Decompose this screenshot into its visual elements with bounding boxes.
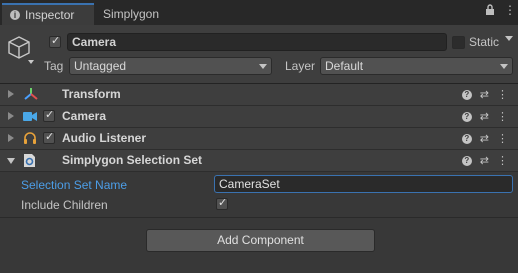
add-component-button[interactable]: Add Component — [146, 229, 375, 252]
selection-set-name-label: Selection Set Name — [21, 178, 128, 192]
component-audio-listener[interactable]: Audio Listener ? ⇄ ⋮ — [0, 128, 518, 150]
help-icon[interactable]: ? — [461, 133, 472, 144]
gameobject-header: Camera Static Tag Untagged Layer Default — [0, 25, 518, 84]
help-icon[interactable]: ? — [461, 111, 472, 122]
kebab-menu-icon[interactable]: ⋮ — [497, 154, 508, 167]
tab-simplygon[interactable]: Simplygon — [103, 4, 159, 25]
component-enabled-checkbox[interactable] — [43, 130, 55, 144]
preset-icon[interactable]: ⇄ — [480, 154, 489, 167]
selection-set-body: Selection Set Name CameraSet Include Chi… — [0, 172, 518, 216]
preset-icon[interactable]: ⇄ — [480, 110, 489, 123]
component-transform[interactable]: Transform ? ⇄ ⋮ — [0, 84, 518, 106]
foldout-arrow-icon[interactable] — [8, 134, 14, 142]
static-dropdown-icon[interactable] — [505, 36, 513, 41]
tag-label: Tag — [44, 59, 64, 73]
selection-set-name-field[interactable]: CameraSet — [214, 175, 513, 193]
preset-icon[interactable]: ⇄ — [480, 88, 489, 101]
static-checkbox[interactable] — [452, 36, 465, 49]
component-simplygon-selection-set[interactable]: Simplygon Selection Set ? ⇄ ⋮ — [0, 150, 518, 172]
tab-inspector[interactable]: i Inspector — [2, 3, 94, 25]
component-camera[interactable]: Camera ? ⇄ ⋮ — [0, 106, 518, 128]
component-name: Transform — [62, 87, 121, 101]
preset-icon[interactable]: ⇄ — [480, 132, 489, 145]
chevron-down-icon — [500, 64, 508, 69]
foldout-arrow-icon[interactable] — [8, 112, 14, 120]
script-icon — [23, 153, 36, 171]
layer-value: Default — [325, 59, 364, 73]
tag-dropdown[interactable]: Untagged — [69, 57, 272, 75]
headphones-icon — [23, 131, 37, 148]
include-children-label: Include Children — [21, 198, 108, 212]
transform-icon — [24, 87, 38, 104]
name-field[interactable]: Camera — [67, 33, 447, 51]
tab-bar: i Inspector Simplygon ⋮ — [0, 0, 518, 25]
foldout-arrow-icon[interactable] — [8, 90, 14, 98]
info-icon: i — [10, 10, 20, 20]
static-label: Static — [469, 35, 500, 49]
layer-label: Layer — [285, 59, 316, 73]
kebab-menu-icon[interactable]: ⋮ — [504, 3, 516, 17]
cube-icon[interactable] — [8, 35, 36, 68]
active-checkbox[interactable] — [49, 34, 61, 48]
component-enabled-checkbox[interactable] — [43, 108, 55, 122]
chevron-down-icon — [259, 64, 267, 69]
help-icon[interactable]: ? — [461, 89, 472, 100]
lock-icon[interactable] — [485, 4, 495, 18]
component-name: Audio Listener — [62, 131, 147, 145]
component-name: Camera — [62, 109, 107, 123]
include-children-checkbox[interactable] — [216, 196, 228, 210]
kebab-menu-icon[interactable]: ⋮ — [497, 110, 508, 123]
tab-label: Simplygon — [103, 7, 160, 21]
kebab-menu-icon[interactable]: ⋮ — [497, 132, 508, 145]
camera-icon — [23, 111, 37, 125]
tab-label: Inspector — [25, 8, 75, 22]
layer-dropdown[interactable]: Default — [320, 57, 513, 75]
component-name: Simplygon Selection Set — [62, 153, 203, 167]
tag-value: Untagged — [74, 59, 127, 73]
help-icon[interactable]: ? — [461, 155, 472, 166]
divider — [0, 217, 518, 218]
kebab-menu-icon[interactable]: ⋮ — [497, 88, 508, 101]
foldout-arrow-icon[interactable] — [7, 158, 15, 164]
